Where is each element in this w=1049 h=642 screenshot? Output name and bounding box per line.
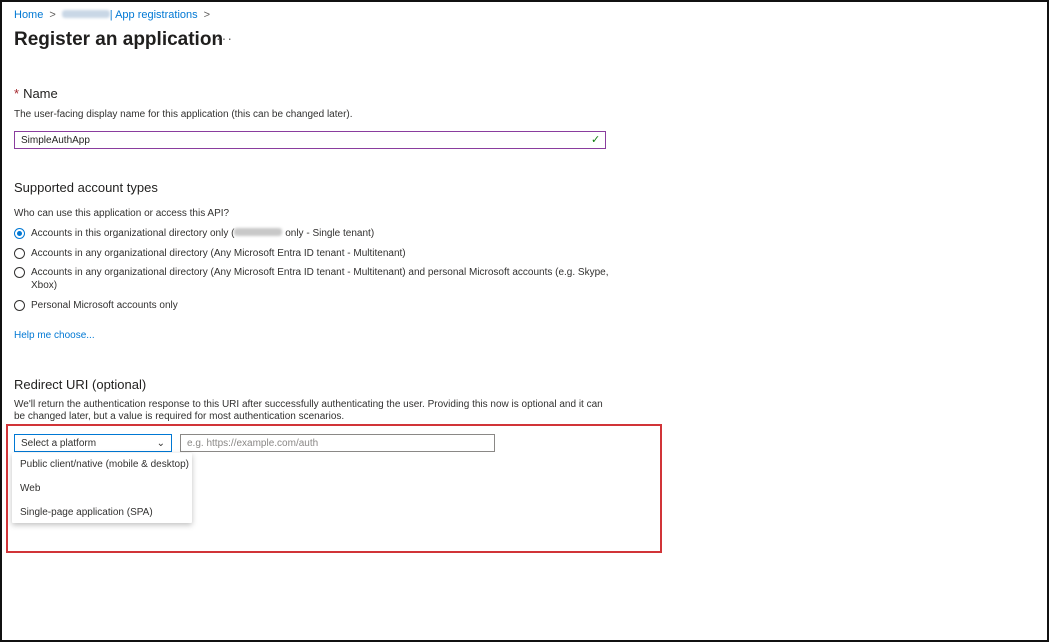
- account-types-heading: Supported account types: [14, 180, 158, 195]
- redirect-description: We'll return the authentication response…: [14, 399, 603, 422]
- redacted-tenant-name: [234, 228, 283, 236]
- breadcrumb: Home > | App registrations >: [14, 9, 210, 21]
- required-marker: *: [14, 86, 20, 101]
- breadcrumb-separator-icon: >: [49, 9, 56, 21]
- radio-option-single-tenant[interactable]: Accounts in this organizational director…: [14, 227, 374, 240]
- radio-option-multitenant[interactable]: Accounts in any organizational directory…: [14, 247, 406, 260]
- radio-button-selected[interactable]: [14, 228, 25, 239]
- name-heading: * Name: [14, 86, 58, 101]
- radio-label: Personal Microsoft accounts only: [31, 300, 178, 311]
- redirect-heading: Redirect URI (optional): [14, 377, 147, 392]
- more-actions-icon[interactable]: ···: [216, 30, 233, 46]
- radio-button[interactable]: [14, 267, 25, 278]
- page-title: Register an application: [14, 29, 224, 50]
- radio-button[interactable]: [14, 248, 25, 259]
- radio-option-multitenant-personal[interactable]: Accounts in any organizational directory…: [14, 266, 614, 292]
- highlight-annotation-box: [6, 424, 662, 553]
- name-input[interactable]: [14, 131, 606, 149]
- radio-label: Accounts in any organizational directory…: [31, 267, 609, 291]
- radio-label: Accounts in this organizational director…: [31, 228, 375, 239]
- breadcrumb-home[interactable]: Home: [14, 9, 43, 21]
- name-description: The user-facing display name for this ap…: [14, 109, 353, 120]
- radio-label: Accounts in any organizational directory…: [31, 248, 406, 259]
- radio-option-personal[interactable]: Personal Microsoft accounts only: [14, 299, 178, 312]
- account-types-question: Who can use this application or access t…: [14, 208, 230, 219]
- help-me-choose-link[interactable]: Help me choose...: [14, 330, 95, 341]
- radio-button[interactable]: [14, 300, 25, 311]
- breadcrumb-app-registrations[interactable]: | App registrations: [61, 9, 198, 21]
- breadcrumb-separator-icon: >: [203, 9, 211, 21]
- redacted-tenant-name: [61, 10, 110, 18]
- checkmark-icon: ✓: [591, 134, 601, 146]
